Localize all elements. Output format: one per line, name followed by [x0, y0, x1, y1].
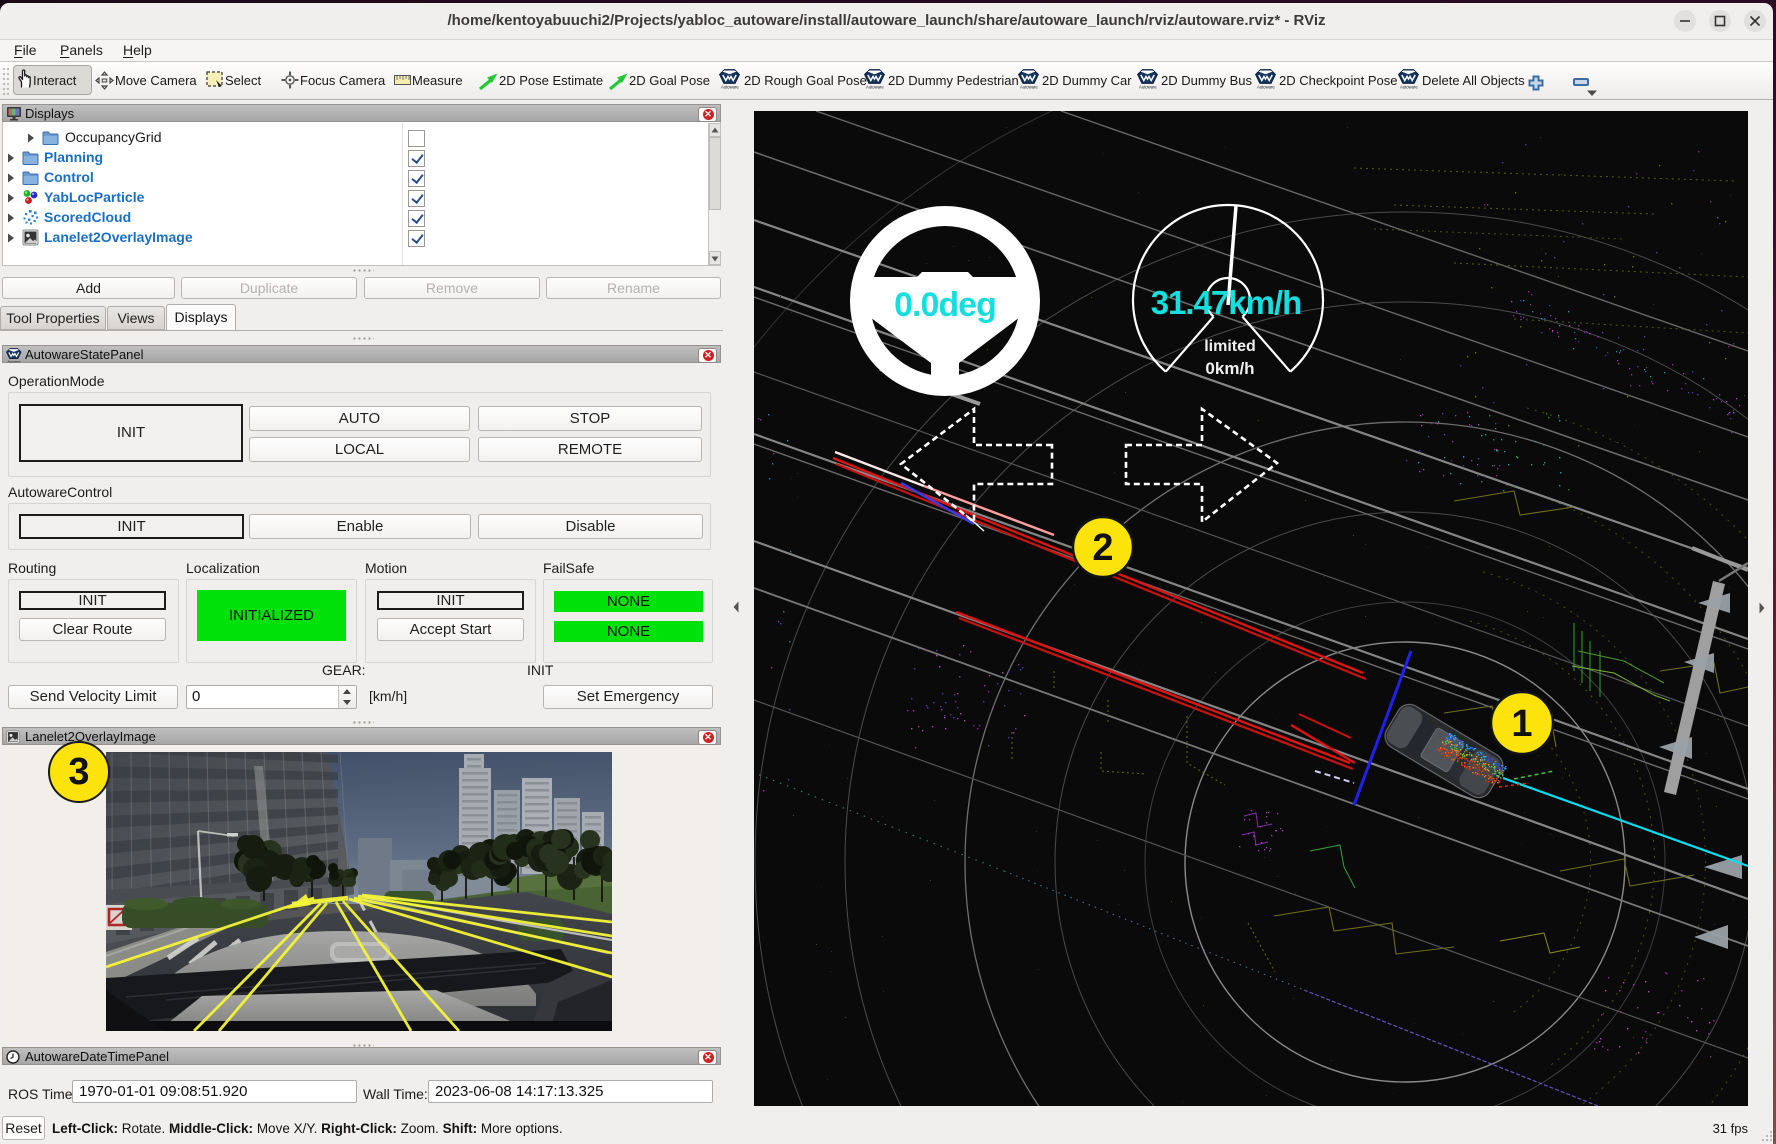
svg-text:1: 1 [1511, 703, 1532, 745]
svg-text:limited: limited [1204, 338, 1256, 355]
svg-text:2: 2 [1092, 527, 1113, 569]
svg-text:0km/h: 0km/h [1205, 359, 1254, 378]
svg-text:0.0deg: 0.0deg [894, 286, 996, 324]
svg-text:31.47km/h: 31.47km/h [1151, 284, 1302, 321]
